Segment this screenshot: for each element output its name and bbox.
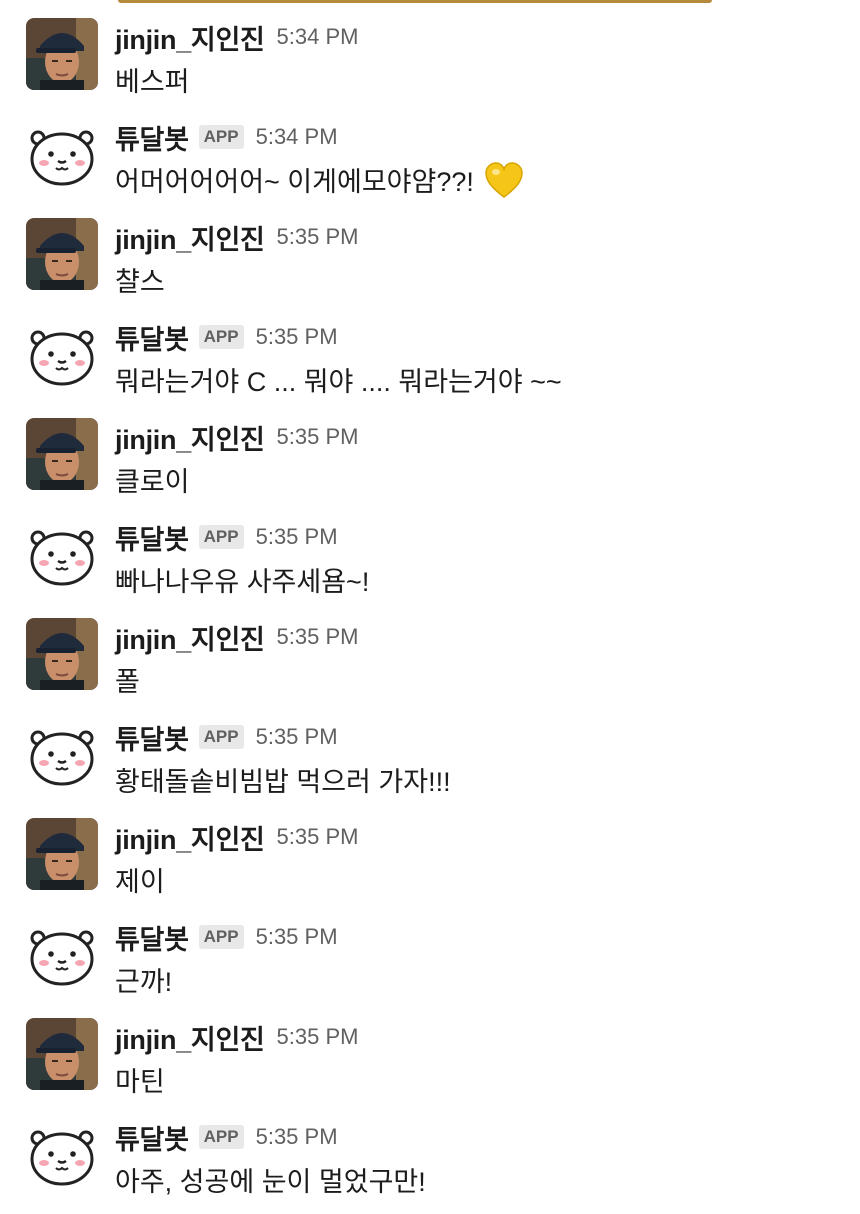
user-avatar[interactable] bbox=[26, 418, 98, 490]
message-body: 클로이 bbox=[115, 467, 190, 497]
timestamp[interactable]: 5:35 PM bbox=[256, 924, 338, 950]
message-header: jinjin_지인진 5:35 PM bbox=[115, 1018, 358, 1056]
message-header: jinjin_지인진 5:34 PM bbox=[115, 18, 358, 56]
bot-avatar[interactable] bbox=[26, 518, 98, 590]
message-item: jinjin_지인진 5:35 PM 클로이 bbox=[0, 400, 860, 500]
message-header: 튜달봇 APP 5:35 PM bbox=[115, 1118, 338, 1156]
message-body: 제이 bbox=[115, 867, 165, 897]
user-avatar[interactable] bbox=[26, 818, 98, 890]
message-header: 튜달봇 APP 5:35 PM bbox=[115, 318, 338, 356]
message-item: 튜달봇 APP 5:34 PM 어머어어어어~ 이게에모야얌??! bbox=[0, 100, 860, 200]
message-header: 튜달봇 APP 5:35 PM bbox=[115, 518, 338, 556]
timestamp[interactable]: 5:35 PM bbox=[277, 1024, 359, 1050]
yellow-heart-icon[interactable] bbox=[484, 161, 524, 199]
sender-name[interactable]: 튜달봇 bbox=[115, 718, 189, 757]
sender-name[interactable]: jinjin_지인진 bbox=[115, 418, 265, 457]
message-item: jinjin_지인진 5:35 PM 폴 bbox=[0, 600, 860, 700]
timestamp[interactable]: 5:34 PM bbox=[256, 124, 338, 150]
sender-name[interactable]: 튜달봇 bbox=[115, 118, 189, 157]
message-item: jinjin_지인진 5:34 PM 베스퍼 bbox=[0, 0, 860, 100]
bot-avatar[interactable] bbox=[26, 718, 98, 790]
timestamp[interactable]: 5:34 PM bbox=[277, 24, 359, 50]
message-header: 튜달봇 APP 5:34 PM bbox=[115, 118, 338, 156]
bot-avatar[interactable] bbox=[26, 118, 98, 190]
timestamp[interactable]: 5:35 PM bbox=[277, 824, 359, 850]
bot-avatar[interactable] bbox=[26, 918, 98, 990]
message-body: 폴 bbox=[115, 667, 140, 697]
app-badge: APP bbox=[198, 125, 244, 149]
message-body: 근까! bbox=[115, 967, 173, 997]
message-text: 어머어어어어~ 이게에모야얌??! bbox=[115, 160, 524, 199]
sender-name[interactable]: jinjin_지인진 bbox=[115, 18, 265, 57]
message-header: 튜달봇 APP 5:35 PM bbox=[115, 718, 338, 756]
message-item: 튜달봇 APP 5:35 PM 아주, 성공에 눈이 멀었구만! bbox=[0, 1100, 860, 1200]
message-text: 빠나나우유 사주세욤~! bbox=[115, 560, 369, 599]
message-text: 제이 bbox=[115, 860, 165, 899]
message-item: 튜달봇 APP 5:35 PM 근까! bbox=[0, 900, 860, 1000]
bot-avatar[interactable] bbox=[26, 1118, 98, 1190]
message-body: 황태돌솥비빔밥 먹으러 가자!!! bbox=[115, 767, 451, 797]
timestamp[interactable]: 5:35 PM bbox=[256, 324, 338, 350]
message-item: 튜달봇 APP 5:35 PM 황태돌솥비빔밥 먹으러 가자!!! bbox=[0, 700, 860, 800]
message-item: jinjin_지인진 5:35 PM 챨스 bbox=[0, 200, 860, 300]
user-avatar[interactable] bbox=[26, 618, 98, 690]
bot-avatar[interactable] bbox=[26, 318, 98, 390]
message-header: jinjin_지인진 5:35 PM bbox=[115, 218, 358, 256]
sender-name[interactable]: jinjin_지인진 bbox=[115, 1018, 265, 1057]
sender-name[interactable]: 튜달봇 bbox=[115, 1118, 189, 1157]
sender-name[interactable]: jinjin_지인진 bbox=[115, 218, 265, 257]
message-text: 근까! bbox=[115, 960, 172, 999]
message-body: 뭐라는거야 C ... 뭐야 .... 뭐라는거야 ~~ bbox=[115, 367, 562, 397]
sender-name[interactable]: jinjin_지인진 bbox=[115, 818, 265, 857]
app-badge: APP bbox=[198, 525, 244, 549]
message-text: 뭐라는거야 C ... 뭐야 .... 뭐라는거야 ~~ bbox=[115, 360, 562, 399]
message-item: jinjin_지인진 5:35 PM 제이 bbox=[0, 800, 860, 900]
app-badge: APP bbox=[198, 925, 244, 949]
sender-name[interactable]: 튜달봇 bbox=[115, 318, 189, 357]
message-text: 베스퍼 bbox=[115, 60, 190, 99]
message-text: 폴 bbox=[115, 660, 140, 699]
message-text: 아주, 성공에 눈이 멀었구만! bbox=[115, 1160, 426, 1199]
message-item: jinjin_지인진 5:35 PM 마틴 bbox=[0, 1000, 860, 1100]
app-badge: APP bbox=[198, 725, 244, 749]
message-text: 마틴 bbox=[115, 1060, 165, 1099]
app-badge: APP bbox=[198, 1125, 244, 1149]
timestamp[interactable]: 5:35 PM bbox=[277, 424, 359, 450]
message-body: 빠나나우유 사주세욤~! bbox=[115, 567, 370, 597]
timestamp[interactable]: 5:35 PM bbox=[256, 524, 338, 550]
message-body: 아주, 성공에 눈이 멀었구만! bbox=[115, 1167, 426, 1197]
sender-name[interactable]: 튜달봇 bbox=[115, 918, 189, 957]
sender-name[interactable]: jinjin_지인진 bbox=[115, 618, 265, 657]
message-header: 튜달봇 APP 5:35 PM bbox=[115, 918, 338, 956]
app-badge: APP bbox=[198, 325, 244, 349]
message-text: 황태돌솥비빔밥 먹으러 가자!!! bbox=[115, 760, 451, 799]
user-avatar[interactable] bbox=[26, 1018, 98, 1090]
user-avatar[interactable] bbox=[26, 218, 98, 290]
timestamp[interactable]: 5:35 PM bbox=[256, 724, 338, 750]
timestamp[interactable]: 5:35 PM bbox=[277, 624, 359, 650]
user-avatar[interactable] bbox=[26, 18, 98, 90]
message-item: 튜달봇 APP 5:35 PM 빠나나우유 사주세욤~! bbox=[0, 500, 860, 600]
message-text: 클로이 bbox=[115, 460, 190, 499]
message-item: 튜달봇 APP 5:35 PM 뭐라는거야 C ... 뭐야 .... 뭐라는거… bbox=[0, 300, 860, 400]
sender-name[interactable]: 튜달봇 bbox=[115, 518, 189, 557]
timestamp[interactable]: 5:35 PM bbox=[277, 224, 359, 250]
message-body: 베스퍼 bbox=[115, 67, 190, 97]
message-body: 마틴 bbox=[115, 1067, 165, 1097]
message-text: 챨스 bbox=[115, 260, 165, 299]
message-body: 챨스 bbox=[115, 267, 165, 297]
timestamp[interactable]: 5:35 PM bbox=[256, 1124, 338, 1150]
message-header: jinjin_지인진 5:35 PM bbox=[115, 618, 358, 656]
message-body: 어머어어어어~ 이게에모야얌??! bbox=[115, 167, 474, 197]
message-header: jinjin_지인진 5:35 PM bbox=[115, 418, 358, 456]
message-header: jinjin_지인진 5:35 PM bbox=[115, 818, 358, 856]
